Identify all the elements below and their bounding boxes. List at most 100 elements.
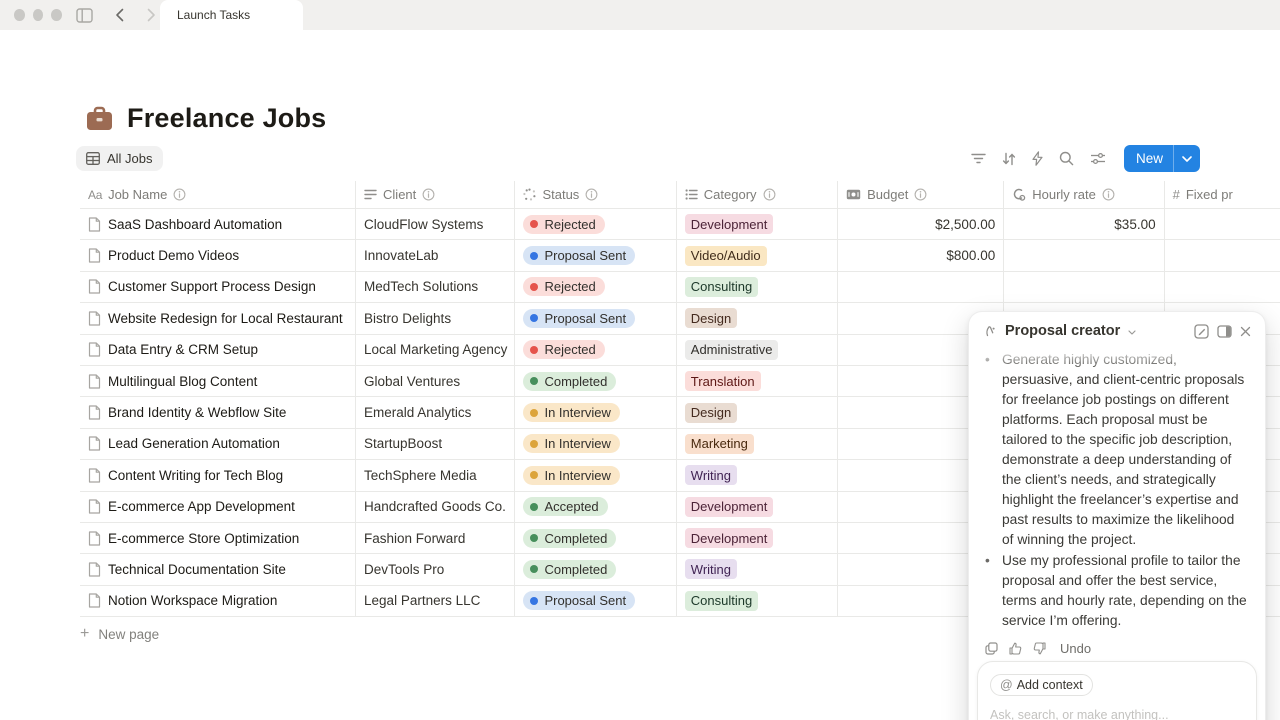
column-header-client[interactable]: Client	[356, 181, 515, 209]
category-cell[interactable]: Video/Audio	[677, 240, 838, 271]
category-cell[interactable]: Design	[677, 397, 838, 428]
client-cell[interactable]: DevTools Pro	[356, 554, 515, 585]
job-name-cell[interactable]: Brand Identity & Webflow Site	[80, 397, 356, 428]
job-name-cell[interactable]: Multilingual Blog Content	[80, 366, 356, 397]
ai-panel-title[interactable]: Proposal creator	[1005, 323, 1120, 339]
status-cell[interactable]: Rejected	[515, 272, 676, 303]
category-cell[interactable]: Writing	[677, 460, 838, 491]
undo-button[interactable]: Undo	[1060, 641, 1091, 656]
client-cell[interactable]: Emerald Analytics	[356, 397, 515, 428]
client-cell[interactable]: CloudFlow Systems	[356, 209, 515, 240]
job-name-cell[interactable]: Product Demo Videos	[80, 240, 356, 271]
client-cell[interactable]: Global Ventures	[356, 366, 515, 397]
forward-icon[interactable]	[143, 5, 161, 25]
category-cell[interactable]: Development	[677, 523, 838, 554]
category-cell[interactable]: Marketing	[677, 429, 838, 460]
sidebar-toggle-icon[interactable]	[76, 5, 94, 25]
lightning-icon[interactable]	[1032, 151, 1043, 166]
ai-input-card[interactable]: @ Add context Ask, search, or make anyth…	[977, 661, 1257, 720]
table-row[interactable]: SaaS Dashboard Automation CloudFlow Syst…	[80, 209, 1280, 240]
status-label: In Interview	[544, 405, 610, 420]
client-cell[interactable]: Legal Partners LLC	[356, 586, 515, 617]
status-cell[interactable]: Rejected	[515, 209, 676, 240]
category-cell[interactable]: Translation	[677, 366, 838, 397]
budget-cell[interactable]: $800.00	[838, 240, 1004, 271]
column-header-category[interactable]: Category	[677, 181, 838, 209]
tab-launch-tasks[interactable]: Launch Tasks	[160, 0, 303, 30]
window-zoom-button[interactable]	[51, 9, 62, 21]
column-header-job-name[interactable]: Aa Job Name	[80, 181, 356, 209]
category-cell[interactable]: Administrative	[677, 335, 838, 366]
status-cell[interactable]: Completed	[515, 554, 676, 585]
category-cell[interactable]: Consulting	[677, 586, 838, 617]
job-name-cell[interactable]: Notion Workspace Migration	[80, 586, 356, 617]
ai-prompt-input[interactable]: Ask, search, or make anything...	[990, 708, 1244, 720]
category-cell[interactable]: Development	[677, 209, 838, 240]
hourly-rate-cell[interactable]	[1004, 272, 1164, 303]
job-name-cell[interactable]: Data Entry & CRM Setup	[80, 335, 356, 366]
hourly-rate-cell[interactable]: $35.00	[1004, 209, 1164, 240]
job-name-cell[interactable]: Lead Generation Automation	[80, 429, 356, 460]
fixed-price-cell[interactable]	[1165, 272, 1280, 303]
category-cell[interactable]: Development	[677, 492, 838, 523]
window-close-button[interactable]	[14, 9, 25, 21]
budget-cell[interactable]	[838, 272, 1004, 303]
table-row[interactable]: Product Demo Videos InnovateLab Proposal…	[80, 240, 1280, 271]
client-cell[interactable]: StartupBoost	[356, 429, 515, 460]
column-header-budget[interactable]: Budget	[838, 181, 1004, 209]
category-cell[interactable]: Design	[677, 303, 838, 334]
fixed-price-cell[interactable]	[1165, 240, 1280, 271]
status-cell[interactable]: In Interview	[515, 429, 676, 460]
job-name-cell[interactable]: Content Writing for Tech Blog	[80, 460, 356, 491]
page-title[interactable]: Freelance Jobs	[127, 103, 326, 134]
job-name-cell[interactable]: E-commerce App Development	[80, 492, 356, 523]
back-icon[interactable]	[111, 5, 129, 25]
thumbs-up-icon[interactable]	[1009, 642, 1022, 655]
status-cell[interactable]: Completed	[515, 523, 676, 554]
status-cell[interactable]: Rejected	[515, 335, 676, 366]
status-cell[interactable]: Accepted	[515, 492, 676, 523]
new-button-chevron-icon[interactable]	[1174, 156, 1200, 162]
client-cell[interactable]: Local Marketing Agency	[356, 335, 515, 366]
category-cell[interactable]: Consulting	[677, 272, 838, 303]
new-button[interactable]: New	[1124, 145, 1200, 172]
job-name-cell[interactable]: SaaS Dashboard Automation	[80, 209, 356, 240]
chevron-down-icon[interactable]	[1128, 330, 1136, 335]
client-cell[interactable]: Handcrafted Goods Co.	[356, 492, 515, 523]
close-icon[interactable]	[1240, 326, 1251, 337]
client-cell[interactable]: Bistro Delights	[356, 303, 515, 334]
window-minimize-button[interactable]	[33, 9, 44, 21]
status-cell[interactable]: In Interview	[515, 397, 676, 428]
fixed-price-cell[interactable]	[1165, 209, 1280, 240]
job-name-cell[interactable]: Technical Documentation Site	[80, 554, 356, 585]
open-side-peek-icon[interactable]	[1217, 325, 1232, 338]
client-cell[interactable]: MedTech Solutions	[356, 272, 515, 303]
status-cell[interactable]: Proposal Sent	[515, 240, 676, 271]
job-name-cell[interactable]: Website Redesign for Local Restaurant	[80, 303, 356, 334]
status-cell[interactable]: In Interview	[515, 460, 676, 491]
hourly-rate-cell[interactable]	[1004, 240, 1164, 271]
job-name-cell[interactable]: E-commerce Store Optimization	[80, 523, 356, 554]
view-tab-all-jobs[interactable]: All Jobs	[76, 146, 163, 171]
budget-cell[interactable]: $2,500.00	[838, 209, 1004, 240]
sort-icon[interactable]	[1002, 152, 1016, 166]
job-name-cell[interactable]: Customer Support Process Design	[80, 272, 356, 303]
category-cell[interactable]: Writing	[677, 554, 838, 585]
column-header-status[interactable]: Status	[515, 181, 676, 209]
search-icon[interactable]	[1059, 151, 1074, 166]
status-cell[interactable]: Completed	[515, 366, 676, 397]
filter-icon[interactable]	[971, 152, 986, 165]
status-cell[interactable]: Proposal Sent	[515, 586, 676, 617]
table-row[interactable]: Customer Support Process Design MedTech …	[80, 272, 1280, 303]
client-cell[interactable]: Fashion Forward	[356, 523, 515, 554]
column-header-hourly-rate[interactable]: Hourly rate	[1004, 181, 1164, 209]
view-settings-icon[interactable]	[1090, 152, 1106, 165]
thumbs-down-icon[interactable]	[1033, 642, 1046, 655]
add-context-chip[interactable]: @ Add context	[990, 674, 1093, 696]
compose-icon[interactable]	[1194, 324, 1209, 339]
status-cell[interactable]: Proposal Sent	[515, 303, 676, 334]
column-header-fixed-price[interactable]: # Fixed pr	[1165, 181, 1280, 209]
client-cell[interactable]: TechSphere Media	[356, 460, 515, 491]
copy-icon[interactable]	[985, 642, 998, 655]
client-cell[interactable]: InnovateLab	[356, 240, 515, 271]
